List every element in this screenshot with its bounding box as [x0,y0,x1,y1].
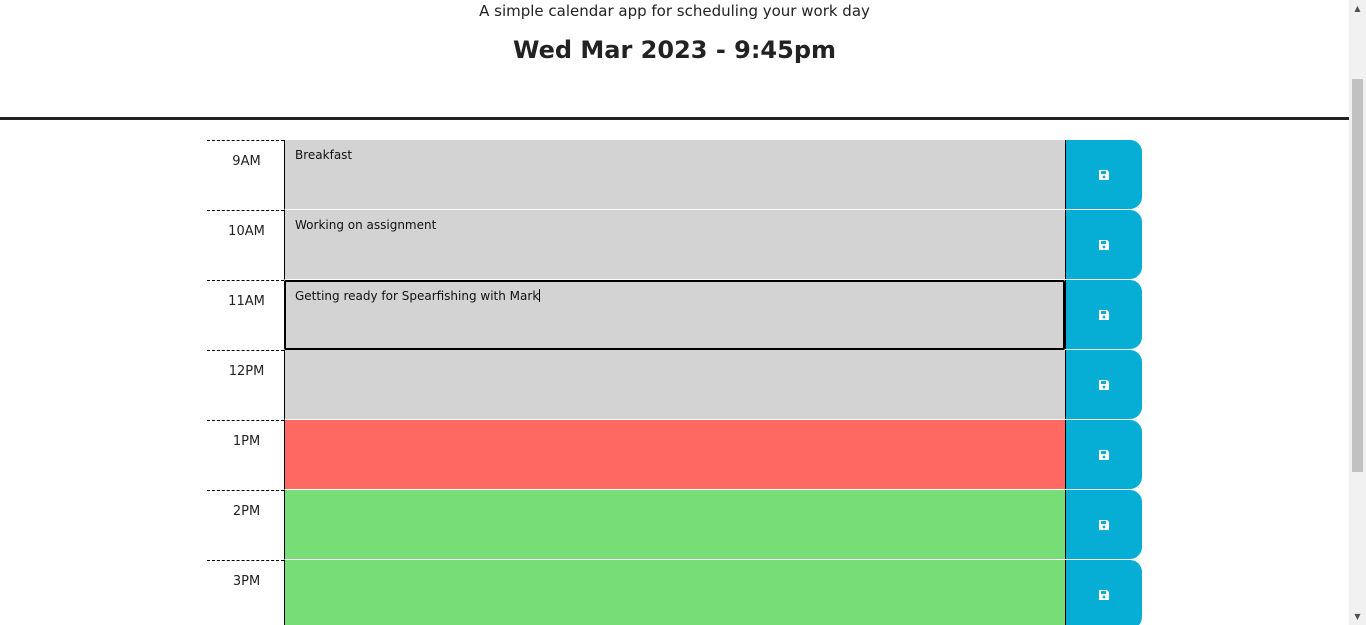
save-button[interactable] [1065,560,1142,625]
save-button[interactable] [1065,280,1142,349]
timeblock-2pm: 2PM [207,490,1142,560]
description-textarea[interactable] [284,420,1065,490]
floppy-disk-icon [1099,379,1109,390]
save-button[interactable] [1065,490,1142,559]
schedule: 9AM Breakfast 10AM Working on assignment… [207,140,1142,625]
description-textarea[interactable]: Working on assignment [284,210,1065,280]
timeblock-10am: 10AM Working on assignment [207,210,1142,280]
description-textarea[interactable] [284,490,1065,560]
floppy-disk-icon [1099,309,1109,320]
hour-label: 10AM [207,210,284,280]
floppy-disk-icon [1099,169,1109,180]
floppy-disk-icon [1099,449,1109,460]
timeblock-3pm: 3PM [207,560,1142,625]
scroll-up-arrow-icon[interactable]: ▲ [1349,0,1366,17]
scroll-down-arrow-icon[interactable]: ▼ [1349,608,1366,625]
timeblock-9am: 9AM Breakfast [207,140,1142,210]
hour-label: 12PM [207,350,284,420]
save-button[interactable] [1065,140,1142,209]
timeblock-1pm: 1PM [207,420,1142,490]
floppy-disk-icon [1099,519,1109,530]
floppy-disk-icon [1099,239,1109,250]
save-button[interactable] [1065,350,1142,419]
timeblock-12pm: 12PM [207,350,1142,420]
header-lead: A simple calendar app for scheduling you… [479,2,870,20]
description-textarea[interactable] [284,350,1065,420]
save-button[interactable] [1065,210,1142,279]
text-cursor [539,289,541,302]
timeblock-11am: 11AM Getting ready for Spearfishing with… [207,280,1142,350]
description-textarea-focused[interactable]: Getting ready for Spearfishing with Mark [284,280,1065,350]
save-button[interactable] [1065,420,1142,489]
vertical-scrollbar[interactable]: ▲ ▼ [1349,0,1366,625]
description-text: Getting ready for Spearfishing with Mark [295,289,540,303]
description-textarea[interactable] [284,560,1065,625]
hour-label: 9AM [207,140,284,210]
floppy-disk-icon [1099,589,1109,600]
description-textarea[interactable]: Breakfast [284,140,1065,210]
hour-label: 1PM [207,420,284,490]
current-day: Wed Mar 2023 - 9:45pm [512,36,837,64]
scrollbar-thumb[interactable] [1352,79,1363,472]
hour-label: 3PM [207,560,284,625]
hour-label: 11AM [207,280,284,350]
page: A simple calendar app for scheduling you… [0,0,1349,625]
header-divider [0,117,1349,120]
hour-label: 2PM [207,490,284,560]
